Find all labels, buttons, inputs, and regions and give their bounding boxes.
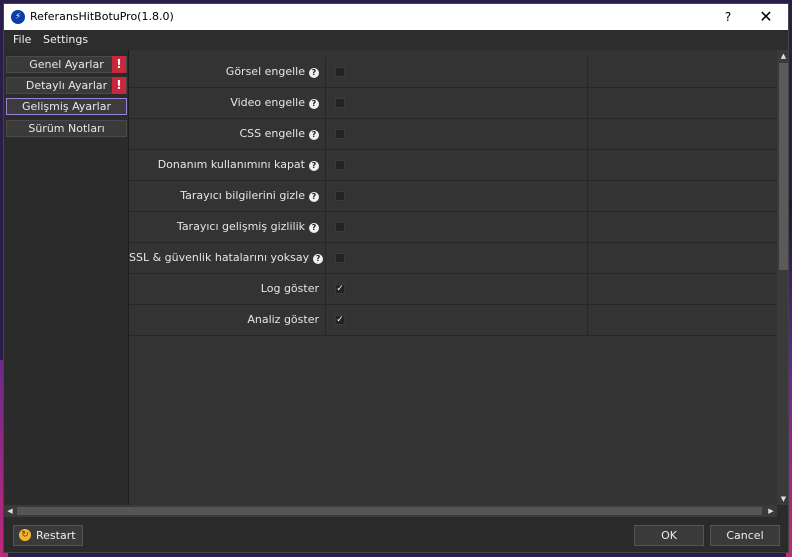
scroll-right-icon[interactable]: ▶ [765, 505, 777, 517]
donanim-kullanimini-kapat-checkbox[interactable] [335, 160, 345, 170]
help-icon[interactable]: ? [309, 223, 319, 233]
help-icon[interactable]: ? [309, 130, 319, 140]
setting-row-tarayici-bilgilerini-gizle: Tarayıcı bilgilerini gizle? [129, 181, 778, 212]
vertical-scroll-thumb[interactable] [779, 63, 788, 270]
menu-settings[interactable]: Settings [43, 33, 88, 46]
vertical-scrollbar[interactable]: ▲ ▼ [777, 50, 788, 505]
sidebar-item-detayli-ayarlar[interactable]: Detaylı Ayarlar ! [6, 77, 127, 94]
app-logo-icon: ⚡ [11, 10, 25, 24]
setting-label: SSL & güvenlik hatalarını yoksay [129, 251, 310, 264]
restart-button[interactable]: ↻ Restart [13, 525, 83, 546]
setting-label-cell: Tarayıcı bilgilerini gizle? [129, 181, 326, 211]
setting-check-cell [326, 57, 588, 87]
setting-row-tarayici-gelismis-gizlilik: Tarayıcı gelişmiş gizlilik? [129, 212, 778, 243]
setting-label-cell: CSS engelle? [129, 119, 326, 149]
setting-row-log-goster: Log göster ✓ [129, 274, 778, 305]
sidebar: Genel Ayarlar ! Detaylı Ayarlar ! Gelişm… [4, 50, 128, 505]
setting-label-cell: Görsel engelle? [129, 57, 326, 87]
sidebar-item-label: Detaylı Ayarlar [25, 79, 108, 92]
setting-row-analiz-goster: Analiz göster ✓ [129, 305, 778, 336]
setting-row-gorsel-engelle: Görsel engelle? [129, 57, 778, 88]
css-engelle-checkbox[interactable] [335, 129, 345, 139]
setting-label-cell: Analiz göster [129, 305, 326, 335]
scroll-left-icon[interactable]: ◀ [4, 505, 16, 517]
sidebar-item-genel-ayarlar[interactable]: Genel Ayarlar ! [6, 56, 127, 73]
setting-label: Analiz göster [247, 313, 319, 326]
restart-icon: ↻ [19, 529, 31, 541]
scroll-up-icon[interactable]: ▲ [777, 50, 788, 62]
ssl-guvenlik-checkbox[interactable] [335, 253, 345, 263]
cancel-button[interactable]: Cancel [710, 525, 780, 546]
warning-icon: ! [112, 77, 126, 94]
setting-label-cell: Log göster [129, 274, 326, 304]
menu-file[interactable]: File [13, 33, 31, 46]
setting-label-cell: SSL & güvenlik hatalarını yoksay? [129, 243, 326, 273]
setting-label-cell: Video engelle? [129, 88, 326, 118]
analiz-goster-checkbox[interactable]: ✓ [335, 315, 345, 325]
help-icon[interactable]: ? [313, 254, 324, 264]
gorsel-engelle-checkbox[interactable] [335, 67, 345, 77]
sidebar-item-label: Gelişmiş Ayarlar [21, 100, 111, 113]
setting-label: Görsel engelle [225, 65, 305, 78]
restart-label: Restart [36, 529, 76, 542]
setting-row-donanim-kullanimini-kapat: Donanım kullanımını kapat? [129, 150, 778, 181]
settings-table: Görsel engelle? Video engelle? CSS engel… [128, 50, 778, 505]
window-title: ReferansHitBotuPro(1.8.0) [30, 10, 174, 23]
ok-button[interactable]: OK [634, 525, 704, 546]
footer-bar: ↻ Restart OK Cancel [4, 517, 788, 552]
log-goster-checkbox[interactable]: ✓ [335, 284, 345, 294]
close-button[interactable]: ✕ [756, 7, 776, 27]
setting-label-cell: Tarayıcı gelişmiş gizlilik? [129, 212, 326, 242]
setting-label: Log göster [260, 282, 319, 295]
help-button[interactable]: ? [720, 8, 736, 26]
setting-label-cell: Donanım kullanımını kapat? [129, 150, 326, 180]
app-window: ⚡ ReferansHitBotuPro(1.8.0) ? ✕ File Set… [3, 3, 789, 553]
setting-check-cell [326, 243, 588, 273]
setting-check-cell [326, 119, 588, 149]
help-icon[interactable]: ? [309, 68, 319, 78]
setting-check-cell: ✓ [326, 274, 588, 304]
video-engelle-checkbox[interactable] [335, 98, 345, 108]
sidebar-item-label: Genel Ayarlar [29, 58, 104, 71]
horizontal-scroll-thumb[interactable] [17, 507, 762, 515]
sidebar-item-surum-notlari[interactable]: Sürüm Notları [6, 120, 127, 137]
help-icon[interactable]: ? [309, 161, 319, 171]
title-bar: ⚡ ReferansHitBotuPro(1.8.0) ? ✕ [4, 4, 788, 30]
setting-row-ssl-guvenlik: SSL & güvenlik hatalarını yoksay? [129, 243, 778, 274]
setting-check-cell [326, 181, 588, 211]
horizontal-scrollbar[interactable]: ◀ ▶ [4, 505, 777, 517]
menu-bar: File Settings [4, 30, 788, 50]
setting-label: Video engelle [230, 96, 305, 109]
help-icon[interactable]: ? [309, 192, 319, 202]
setting-label: Tarayıcı bilgilerini gizle [180, 189, 305, 202]
sidebar-item-gelismis-ayarlar[interactable]: Gelişmiş Ayarlar [6, 98, 127, 115]
setting-label: Tarayıcı gelişmiş gizlilik [176, 220, 305, 233]
setting-row-css-engelle: CSS engelle? [129, 119, 778, 150]
setting-check-cell [326, 150, 588, 180]
help-icon[interactable]: ? [309, 99, 319, 109]
sidebar-item-label: Sürüm Notları [28, 122, 105, 135]
tarayici-bilgilerini-gizle-checkbox[interactable] [335, 191, 345, 201]
setting-check-cell: ✓ [326, 305, 588, 335]
scroll-down-icon[interactable]: ▼ [777, 493, 788, 505]
setting-row-video-engelle: Video engelle? [129, 88, 778, 119]
setting-check-cell [326, 88, 588, 118]
tarayici-gelismis-gizlilik-checkbox[interactable] [335, 222, 345, 232]
warning-icon: ! [112, 56, 126, 73]
setting-check-cell [326, 212, 588, 242]
setting-label: Donanım kullanımını kapat [157, 158, 305, 171]
setting-label: CSS engelle [239, 127, 305, 140]
